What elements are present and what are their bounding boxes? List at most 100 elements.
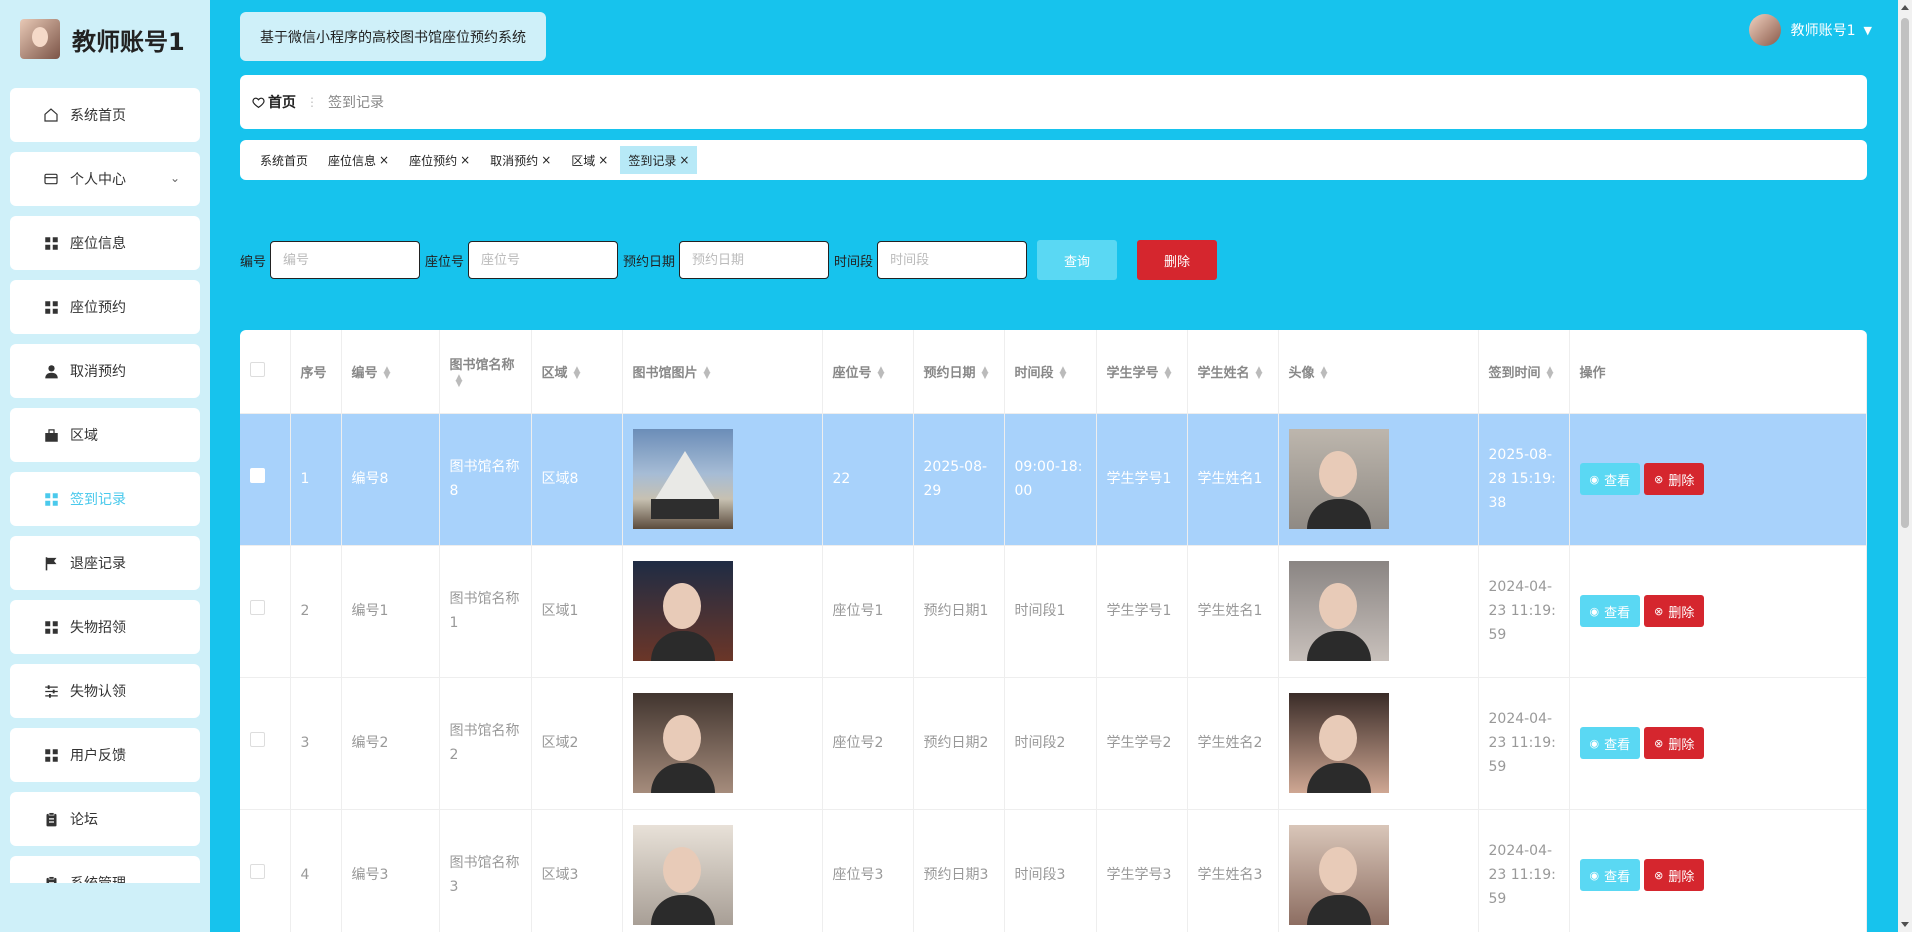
search-input-2[interactable] xyxy=(679,241,830,279)
tab-label[interactable]: 签到记录 xyxy=(628,152,676,169)
row-checkbox[interactable] xyxy=(250,732,265,747)
user-name[interactable]: 教师账号1 xyxy=(1791,20,1856,40)
sidebar-item-10[interactable]: 用户反馈 xyxy=(10,728,200,782)
breadcrumb-home[interactable]: 首页 xyxy=(252,92,296,112)
query-button[interactable]: 查询 xyxy=(1037,240,1118,280)
sort-icon[interactable]: ▲ ▼ xyxy=(1060,366,1067,381)
column-header-3[interactable]: 图书馆名称▲ ▼ xyxy=(439,330,532,414)
scroll-up-icon[interactable] xyxy=(1901,5,1909,10)
row-checkbox[interactable] xyxy=(250,600,265,615)
column-header-8[interactable]: 时间段 ▲ ▼ xyxy=(1004,330,1097,414)
sidebar-item-11[interactable]: 论坛 xyxy=(10,792,200,846)
column-header-11[interactable]: 头像 ▲ ▼ xyxy=(1278,330,1479,414)
row-select-cell[interactable] xyxy=(240,809,291,932)
library-image[interactable] xyxy=(632,561,733,661)
scroll-down-icon[interactable] xyxy=(1901,922,1909,927)
row-select-cell[interactable] xyxy=(240,677,291,810)
tab-1[interactable]: 座位信息 × xyxy=(320,146,397,174)
tab-2[interactable]: 座位预约 × xyxy=(401,146,478,174)
tab-0[interactable]: 系统首页 xyxy=(252,146,316,174)
tab-4[interactable]: 区域 × xyxy=(563,146,616,174)
row-checkbox[interactable] xyxy=(250,468,265,483)
sidebar-item-12[interactable]: 系统管理 ⌄ xyxy=(10,856,200,883)
close-icon[interactable]: × xyxy=(679,153,689,167)
sidebar-item-8[interactable]: 失物招领 xyxy=(10,600,200,654)
table-row[interactable]: 4 编号3 图书馆名称3 区域3 座位号3 预约日期3 时间段3 学生学号3 学生姓名3 2024… xyxy=(240,809,1867,932)
sidebar-item-1[interactable]: 个人中心 ⌄ xyxy=(10,152,200,206)
sort-icon[interactable]: ▲ ▼ xyxy=(1256,366,1263,381)
library-image[interactable] xyxy=(632,429,733,529)
table-row[interactable]: 2 编号1 图书馆名称1 区域1 座位号1 预约日期1 时间段1 学生学号1 学生姓名1 2024… xyxy=(240,545,1867,678)
column-header-4[interactable]: 区域 ▲ ▼ xyxy=(531,330,623,414)
sidebar-item-7[interactable]: 退座记录 xyxy=(10,536,200,590)
view-button[interactable]: ◉ 查看 xyxy=(1579,859,1641,891)
row-select-cell[interactable] xyxy=(240,413,291,546)
delete-button[interactable]: ⊗ 删除 xyxy=(1644,727,1705,759)
sort-icon[interactable]: ▲ ▼ xyxy=(1321,366,1328,381)
column-header-12[interactable]: 签到时间 ▲ ▼ xyxy=(1478,330,1570,414)
batch-delete-button[interactable]: 删除 xyxy=(1137,240,1218,280)
chevron-down-icon[interactable]: ⌄ xyxy=(170,875,180,883)
tab-5[interactable]: 签到记录 × xyxy=(620,146,698,174)
sort-icon[interactable]: ▲ ▼ xyxy=(1165,366,1172,381)
view-button[interactable]: ◉ 查看 xyxy=(1579,727,1641,759)
column-header-10[interactable]: 学生姓名 ▲ ▼ xyxy=(1187,330,1279,414)
student-avatar-image[interactable] xyxy=(1288,693,1389,793)
sort-icon[interactable]: ▲ ▼ xyxy=(982,366,989,381)
column-header-5[interactable]: 图书馆图片 ▲ ▼ xyxy=(622,330,823,414)
sidebar-item-3[interactable]: 座位预约 xyxy=(10,280,200,334)
sidebar-item-0[interactable]: 系统首页 xyxy=(10,88,200,142)
close-icon[interactable]: × xyxy=(379,153,389,167)
tab-label[interactable]: 区域 xyxy=(571,152,595,169)
chevron-down-icon[interactable]: ⌄ xyxy=(170,171,180,185)
select-all-checkbox[interactable] xyxy=(250,361,265,377)
sort-icon[interactable]: ▲ ▼ xyxy=(574,366,581,381)
page-scrollbar[interactable] xyxy=(1898,0,1912,932)
delete-button[interactable]: ⊗ 删除 xyxy=(1644,463,1705,495)
sort-icon[interactable]: ▲ ▼ xyxy=(704,366,711,381)
row-checkbox[interactable] xyxy=(250,864,265,879)
close-icon[interactable]: × xyxy=(541,153,551,167)
student-avatar-image[interactable] xyxy=(1288,429,1389,529)
column-header-7[interactable]: 预约日期 ▲ ▼ xyxy=(913,330,1005,414)
table-row[interactable]: 3 编号2 图书馆名称2 区域2 座位号2 预约日期2 时间段2 学生学号2 学生姓名2 2024… xyxy=(240,677,1867,810)
breadcrumb-home-label[interactable]: 首页 xyxy=(268,92,296,112)
caret-down-icon[interactable]: ▼ xyxy=(1864,24,1872,37)
tab-label[interactable]: 座位信息 xyxy=(328,152,376,169)
delete-button[interactable]: ⊗ 删除 xyxy=(1644,859,1705,891)
cell-code: 编号2 xyxy=(341,677,440,810)
close-icon[interactable]: × xyxy=(598,153,608,167)
search-input-3[interactable] xyxy=(877,241,1028,279)
sidebar-item-5[interactable]: 区域 xyxy=(10,408,200,462)
user-menu[interactable]: 教师账号1 ▼ xyxy=(1748,14,1872,46)
search-input-1[interactable] xyxy=(468,241,619,279)
tab-label[interactable]: 系统首页 xyxy=(260,152,308,169)
sidebar-item-2[interactable]: 座位信息 xyxy=(10,216,200,270)
scrollbar-thumb[interactable] xyxy=(1901,18,1909,528)
student-avatar-image[interactable] xyxy=(1288,561,1389,661)
user-avatar[interactable] xyxy=(1748,14,1781,46)
column-header-6[interactable]: 座位号 ▲ ▼ xyxy=(822,330,914,414)
sidebar-item-4[interactable]: 取消预约 xyxy=(10,344,200,398)
column-header-9[interactable]: 学生学号 ▲ ▼ xyxy=(1096,330,1188,414)
view-button[interactable]: ◉ 查看 xyxy=(1579,595,1641,627)
view-button[interactable]: ◉ 查看 xyxy=(1579,463,1641,495)
tab-label[interactable]: 座位预约 xyxy=(409,152,457,169)
tab-3[interactable]: 取消预约 × xyxy=(482,146,559,174)
row-select-cell[interactable] xyxy=(240,545,291,678)
student-avatar-image[interactable] xyxy=(1288,825,1389,925)
search-input-0[interactable] xyxy=(270,241,421,279)
delete-button[interactable]: ⊗ 删除 xyxy=(1644,595,1705,627)
sort-icon[interactable]: ▲ ▼ xyxy=(456,373,463,388)
tab-label[interactable]: 取消预约 xyxy=(490,152,538,169)
sort-icon[interactable]: ▲ ▼ xyxy=(384,366,391,381)
library-image[interactable] xyxy=(632,825,733,925)
table-row[interactable]: 1 编号8 图书馆名称8 区域8 22 2025-08-29 09:00-18:00 学生学号… xyxy=(240,413,1867,546)
sidebar-item-9[interactable]: 失物认领 xyxy=(10,664,200,718)
library-image[interactable] xyxy=(632,693,733,793)
sidebar-item-6[interactable]: 签到记录 xyxy=(10,472,200,526)
close-icon[interactable]: × xyxy=(460,153,470,167)
sort-icon[interactable]: ▲ ▼ xyxy=(878,366,885,381)
sort-icon[interactable]: ▲ ▼ xyxy=(1547,366,1554,381)
column-header-2[interactable]: 编号 ▲ ▼ xyxy=(341,330,440,414)
